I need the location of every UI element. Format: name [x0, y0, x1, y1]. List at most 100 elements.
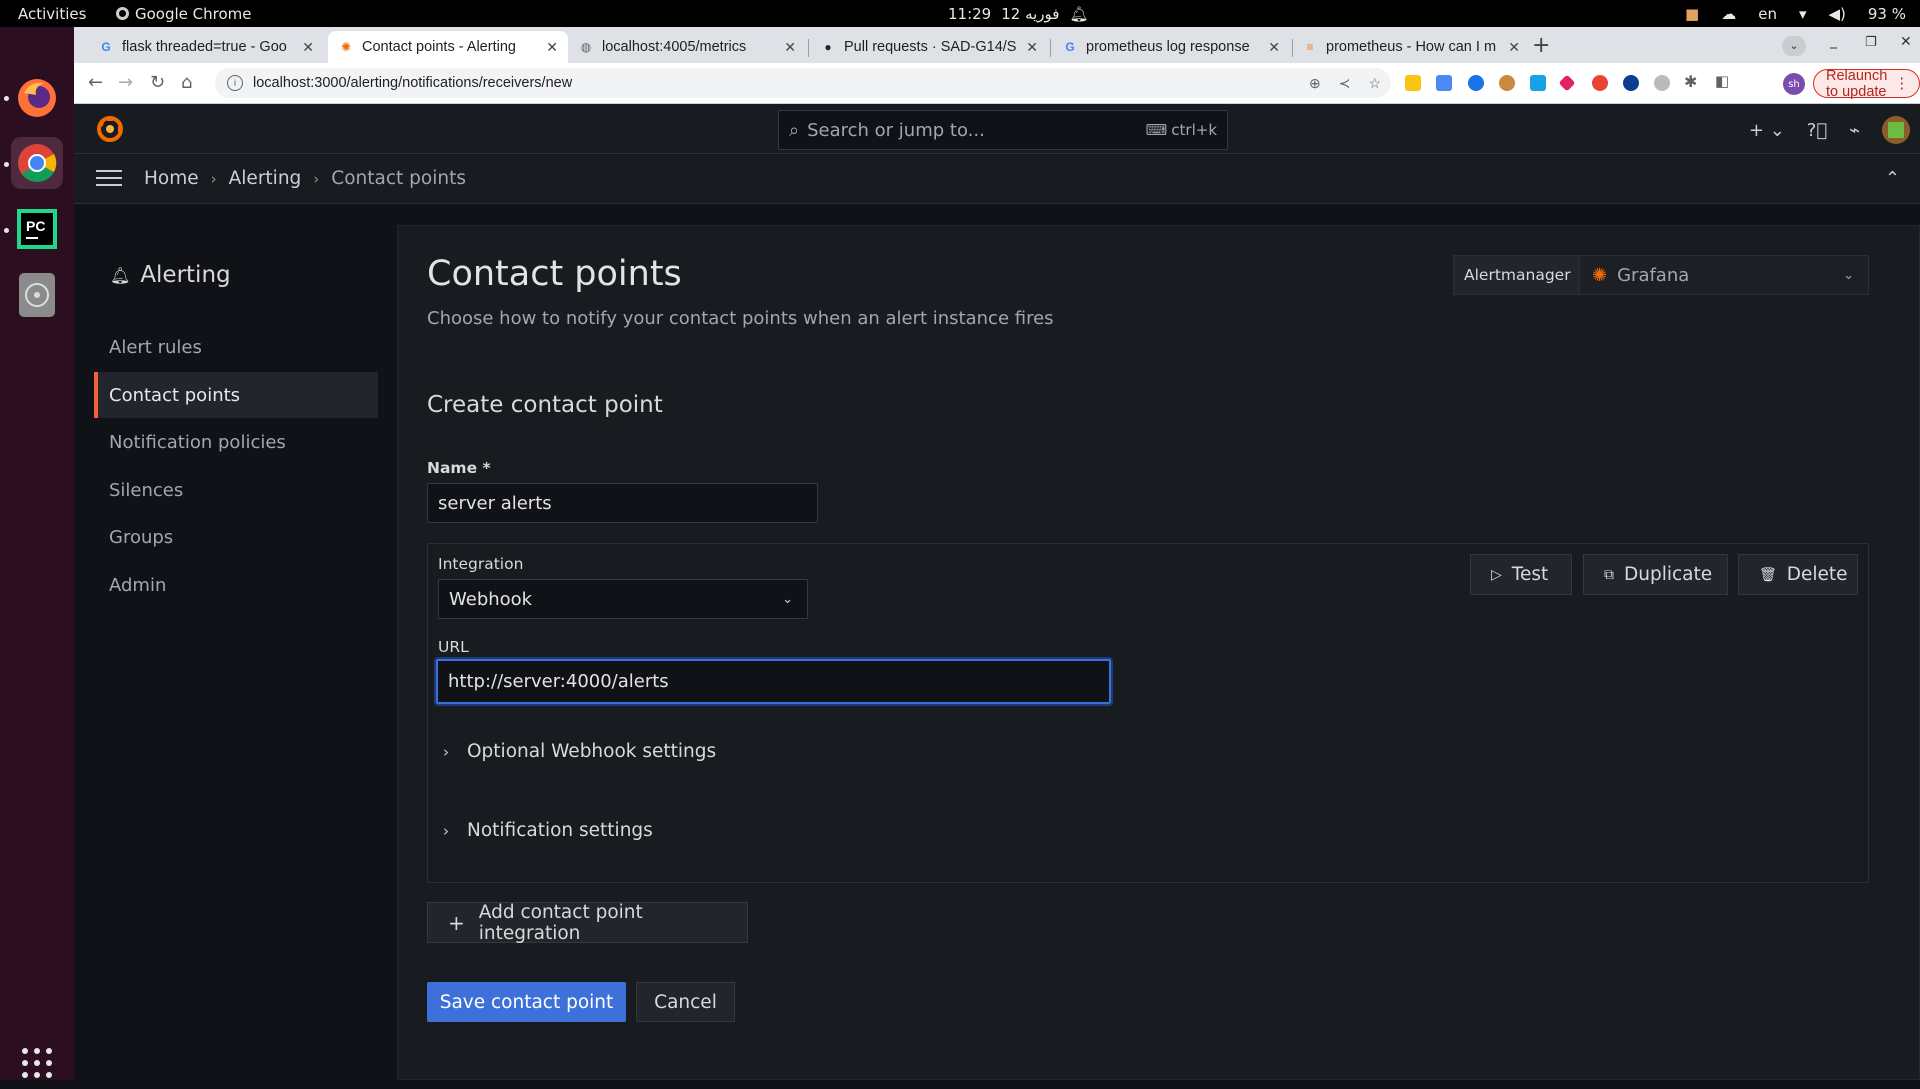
bookmark-star-icon[interactable]: ☆: [1368, 75, 1381, 92]
collapse-chevron-icon[interactable]: ⌃: [1885, 168, 1900, 189]
clock-time: 11:29: [948, 4, 992, 23]
save-contact-point-button[interactable]: Save contact point: [427, 982, 626, 1022]
show-apps-icon[interactable]: [11, 1037, 63, 1089]
close-tab-icon[interactable]: ✕: [1508, 39, 1520, 56]
app-menu[interactable]: Google Chrome: [116, 5, 252, 23]
sidebar-item-contact-points[interactable]: Contact points: [94, 372, 378, 418]
sidebar-item-groups[interactable]: Groups: [94, 514, 378, 560]
menu-toggle-icon[interactable]: [96, 170, 122, 191]
search-shortcut: ⌨ ctrl+k: [1146, 121, 1217, 139]
sidebar-item-silences[interactable]: Silences: [94, 467, 378, 513]
profile-avatar[interactable]: sh: [1783, 73, 1805, 95]
name-field[interactable]: server alerts: [427, 483, 818, 523]
home-icon[interactable]: ⌂: [181, 72, 192, 93]
sidebar-item-alert-rules[interactable]: Alert rules: [94, 324, 378, 370]
close-window-icon[interactable]: ✕: [1900, 34, 1912, 50]
tab-stackoverflow[interactable]: ≡ prometheus - How can I m ✕: [1292, 31, 1530, 63]
system-tray[interactable]: ■ ☁ en ▾ ◀) 93 %: [1685, 5, 1906, 23]
page-title: Contact points: [427, 254, 682, 294]
url-field[interactable]: http://server:4000/alerts: [434, 657, 1113, 706]
maximize-icon[interactable]: ❐: [1865, 35, 1877, 50]
extension-translate-icon[interactable]: [1436, 75, 1452, 91]
minimize-icon[interactable]: _: [1830, 33, 1837, 49]
copy-icon: ⧉: [1604, 566, 1614, 583]
share-icon[interactable]: ≺: [1339, 75, 1351, 92]
search-icon: ⌕: [789, 119, 800, 141]
disk-utility-icon[interactable]: [11, 269, 63, 321]
site-info-icon[interactable]: i: [227, 75, 243, 91]
relaunch-label: Relaunch to update: [1826, 67, 1888, 100]
tab-flask[interactable]: G flask threaded=true - Goo ✕: [88, 31, 324, 63]
extensions-puzzle-icon[interactable]: ✱: [1684, 72, 1697, 91]
chrome-dock-icon[interactable]: [11, 137, 63, 189]
user-avatar[interactable]: [1882, 116, 1910, 144]
sidebar-item-notification-policies[interactable]: Notification policies: [94, 419, 378, 465]
close-tab-icon[interactable]: ✕: [302, 39, 314, 56]
address-bar[interactable]: i localhost:3000/alerting/notifications/…: [215, 68, 1391, 98]
close-tab-icon[interactable]: ✕: [1268, 39, 1280, 56]
duplicate-button[interactable]: ⧉ Duplicate: [1583, 554, 1728, 595]
sidebar-title: 🔔︎ Alerting: [110, 262, 231, 288]
forward-icon[interactable]: →: [118, 72, 133, 93]
sidebar-item-admin[interactable]: Admin: [94, 562, 378, 608]
tab-prometheus-log[interactable]: G prometheus log response ✕: [1052, 31, 1290, 63]
extension-vpn-icon[interactable]: [1623, 75, 1639, 91]
close-tab-icon[interactable]: ✕: [546, 39, 558, 56]
dock: PC: [0, 27, 74, 1080]
extension-capture-icon[interactable]: [1530, 75, 1546, 91]
tab-title: Contact points - Alerting: [362, 39, 516, 55]
test-button[interactable]: ▷ Test: [1470, 554, 1572, 595]
trash-icon: 🗑︎: [1759, 566, 1777, 583]
tab-metrics[interactable]: ◍ localhost:4005/metrics ✕: [568, 31, 806, 63]
sidebar-title-label: Alerting: [140, 262, 231, 288]
integration-select[interactable]: Webhook ⌄: [438, 579, 808, 619]
extension-counter-icon[interactable]: [1654, 75, 1670, 91]
new-tab-icon[interactable]: +: [1532, 33, 1550, 58]
notification-settings-toggle[interactable]: › Notification settings: [443, 820, 653, 841]
help-icon[interactable]: ?⃝: [1807, 120, 1827, 141]
extension-arrow-icon[interactable]: [1558, 74, 1576, 92]
side-panel-icon[interactable]: ◧: [1715, 72, 1729, 90]
cloud-icon: ☁: [1721, 4, 1737, 23]
add-contact-point-integration-button[interactable]: + Add contact point integration: [427, 902, 748, 944]
tray-app-icon: ■: [1685, 4, 1700, 23]
firefox-icon[interactable]: [11, 72, 63, 124]
close-tab-icon[interactable]: ✕: [784, 39, 796, 56]
delete-button[interactable]: 🗑︎ Delete: [1738, 554, 1858, 595]
tab-title: flask threaded=true - Goo: [122, 39, 287, 55]
pycharm-icon[interactable]: PC: [11, 203, 63, 255]
cancel-button[interactable]: Cancel: [636, 982, 735, 1022]
close-tab-icon[interactable]: ✕: [1026, 39, 1038, 56]
more-menu-icon[interactable]: ⋮: [1895, 76, 1910, 92]
extension-avatar-icon[interactable]: [1499, 75, 1515, 91]
tab-search-icon[interactable]: ⌄: [1782, 36, 1806, 56]
url-text[interactable]: localhost:3000/alerting/notifications/re…: [253, 75, 572, 91]
extension-opera-icon[interactable]: [1592, 75, 1608, 91]
test-label: Test: [1511, 564, 1549, 585]
top-right-actions: + ⌄ ?⃝ ⌁: [1749, 116, 1910, 144]
activities-button[interactable]: Activities: [18, 5, 86, 23]
reload-icon[interactable]: ↻: [150, 72, 165, 93]
extension-screen-icon[interactable]: [1468, 75, 1484, 91]
plus-icon: +: [448, 910, 465, 935]
sidebar-item-label: Groups: [109, 526, 174, 548]
language-indicator[interactable]: en: [1758, 5, 1777, 23]
grafana-logo-icon[interactable]: [96, 115, 124, 143]
tab-contact-points[interactable]: ✺ Contact points - Alerting ✕: [328, 31, 568, 63]
news-feed-icon[interactable]: ⌁: [1849, 120, 1860, 141]
running-indicator: [4, 228, 9, 233]
clock[interactable]: 11:29 12 فوريه 🔔︎: [948, 5, 1089, 23]
alertmanager-select[interactable]: ✺ Grafana ⌄: [1579, 255, 1869, 295]
chrome-icon: [116, 7, 129, 20]
zoom-icon[interactable]: ⊕: [1309, 75, 1321, 92]
tab-pull-requests[interactable]: ● Pull requests · SAD-G14/S ✕: [810, 31, 1048, 63]
extension-notes-icon[interactable]: [1405, 75, 1421, 91]
add-new-icon[interactable]: + ⌄: [1749, 120, 1785, 141]
delete-label: Delete: [1786, 564, 1848, 585]
relaunch-button[interactable]: Relaunch to update ⋮: [1813, 67, 1920, 100]
search-bar[interactable]: ⌕ Search or jump to... ⌨ ctrl+k: [778, 110, 1228, 150]
breadcrumb-alerting[interactable]: Alerting: [229, 168, 302, 189]
back-icon[interactable]: ←: [88, 72, 103, 93]
optional-webhook-settings-toggle[interactable]: › Optional Webhook settings: [443, 741, 716, 762]
breadcrumb-home[interactable]: Home: [144, 168, 199, 189]
